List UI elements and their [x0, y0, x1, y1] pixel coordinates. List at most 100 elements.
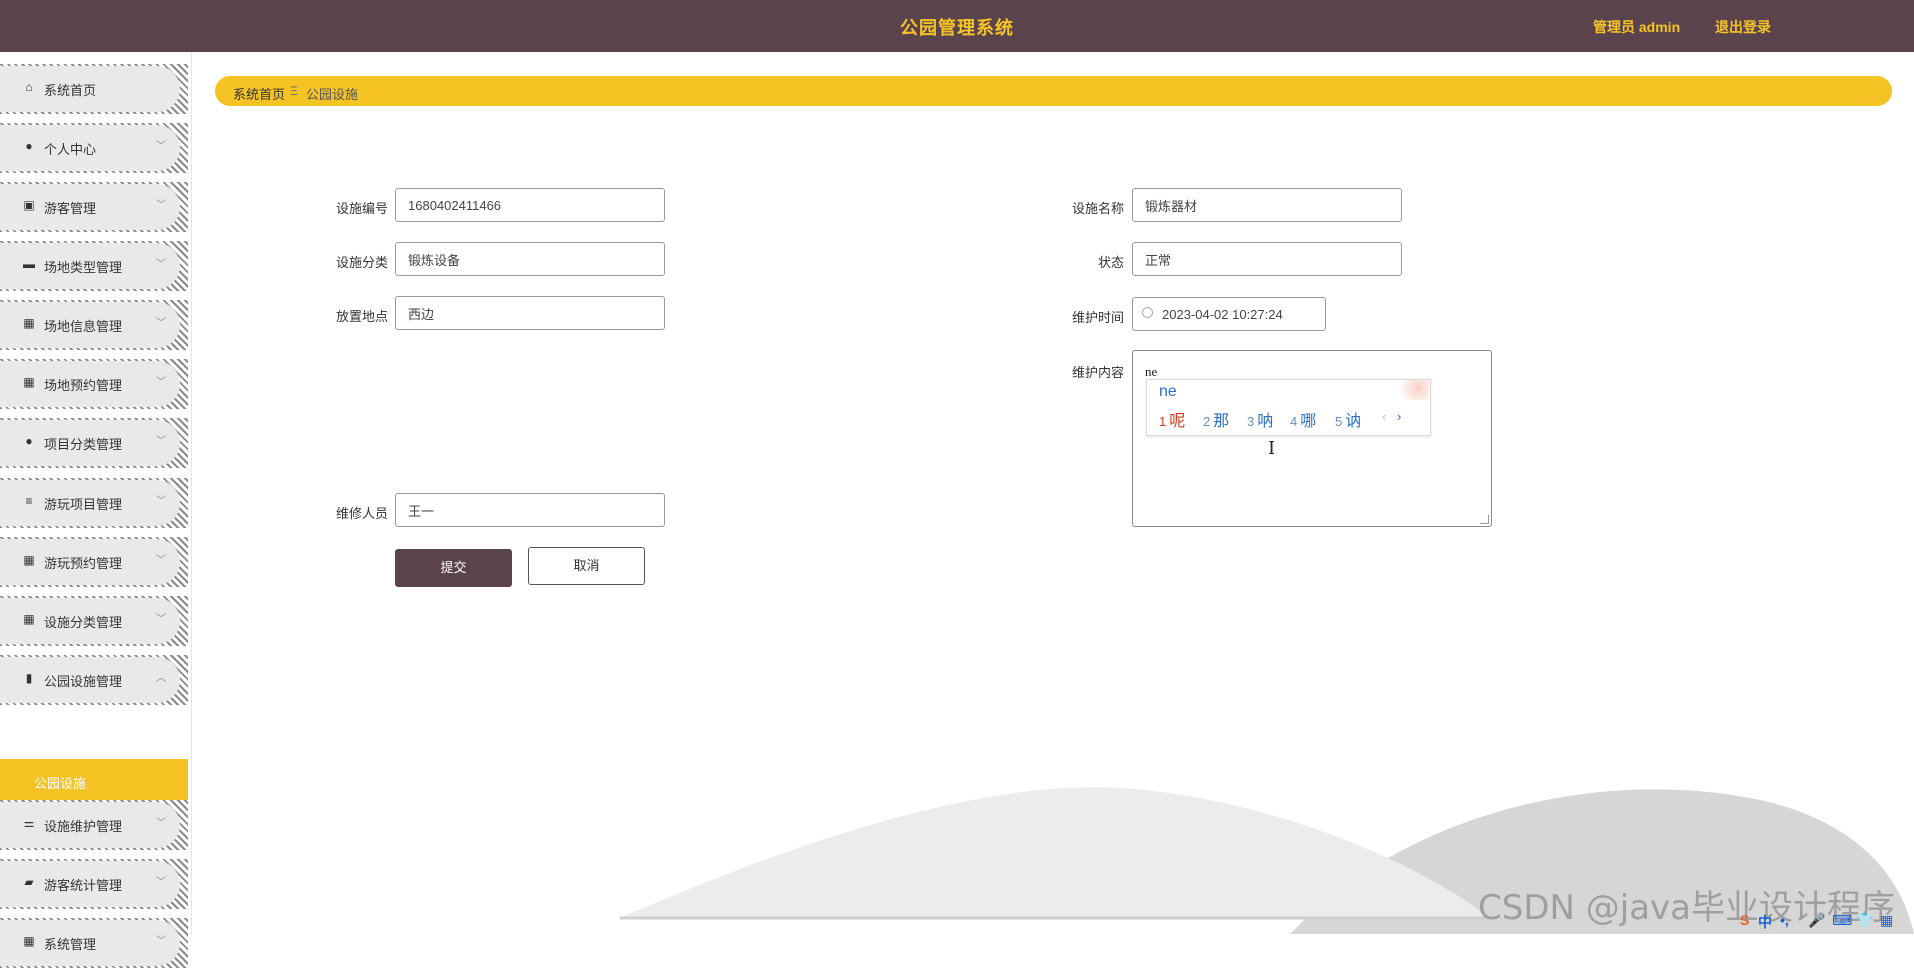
system-tray: S 中 •, 🎤 ⌨ 👕 ▦ [1740, 910, 1914, 934]
sidebar-item-label: 公园设施管理 [44, 674, 123, 689]
chevron-icon: ﹀ [156, 200, 166, 211]
clipboard-icon: ▣ [23, 198, 35, 212]
chevron-icon: ﹀ [156, 377, 166, 388]
grid-icon: ▦ [23, 316, 35, 330]
location-field[interactable] [395, 296, 665, 330]
sogou-logo-icon: S [1740, 912, 1750, 928]
sidebar-item[interactable]: ▦ 场地预约管理 ﹀ [0, 359, 188, 409]
sidebar-item[interactable]: ▦ 系统管理 ﹀ [0, 918, 188, 968]
chevron-icon: ︿ [156, 673, 166, 684]
sidebar-item[interactable]: ● 项目分类管理 ﹀ [0, 418, 188, 468]
status-field[interactable] [1132, 242, 1402, 276]
sidebar-item[interactable]: ▦ 设施分类管理 ﹀ [0, 596, 188, 646]
ime-prev-page-icon[interactable]: ‹ [1382, 409, 1386, 424]
chevron-icon: ﹀ [156, 936, 166, 947]
facility-no-label: 设施编号 [335, 201, 388, 216]
breadcrumb-home[interactable]: 系统首页 [233, 84, 285, 103]
ime-candidate[interactable]: 2那 [1203, 407, 1229, 431]
chevron-icon: ﹀ [156, 318, 166, 329]
punctuation-icon[interactable]: •, [1780, 912, 1789, 928]
chevron-icon: ﹀ [156, 259, 166, 270]
sidebar-subitem-label: 公园设施 [34, 776, 87, 791]
maint-time-field[interactable] [1132, 297, 1326, 331]
microphone-icon[interactable]: 🎤 [1808, 912, 1825, 929]
ime-candidate[interactable]: 3呐 [1247, 407, 1273, 431]
home-icon: ⌂ [25, 80, 33, 94]
resize-grip-icon[interactable] [1480, 515, 1489, 524]
toolbox-icon[interactable]: ▦ [1880, 912, 1893, 929]
list-icon: ≡ [25, 494, 33, 508]
monitor-icon: ▬ [23, 257, 35, 271]
facility-name-label: 设施名称 [1071, 201, 1124, 216]
chevron-icon: ﹀ [156, 614, 166, 625]
sidebar-item-label: 场地类型管理 [44, 260, 123, 275]
sidebar-item[interactable]: ▬ 场地类型管理 ﹀ [0, 241, 188, 291]
sidebar-item-label: 设施维护管理 [44, 819, 123, 834]
sidebar-item[interactable]: ⌂ 系统首页 [0, 64, 188, 114]
grid-icon: ▦ [23, 612, 35, 626]
decorative-hills [620, 787, 1914, 934]
sidebar-item-label: 个人中心 [44, 142, 97, 157]
chevron-icon: ﹀ [156, 496, 166, 507]
sidebar-item[interactable]: ⚌ 设施维护管理 ﹀ [0, 800, 188, 850]
maintainer-label: 维修人员 [335, 506, 388, 521]
grid-icon: ▦ [23, 375, 35, 389]
maint-time-label: 维护时间 [1071, 310, 1124, 325]
ime-candidate-popup: ne 1呢 2那 3呐 4哪 5讷 ‹ › [1146, 379, 1431, 436]
sidebar-item[interactable]: ▮ 公园设施管理 ︿ [0, 655, 188, 705]
ime-candidate[interactable]: 4哪 [1290, 407, 1316, 431]
sidebar-item[interactable]: ≡ 游玩项目管理 ﹀ [0, 478, 188, 528]
user-icon: ● [25, 139, 33, 153]
facility-no-field[interactable] [395, 188, 665, 222]
sidebar-item[interactable]: ▦ 游玩预约管理 ﹀ [0, 537, 188, 587]
admin-label: 管理员 admin [1593, 19, 1681, 35]
sidebar-subitem-park-facility[interactable]: 公园设施 [0, 759, 188, 803]
grid-icon: ▦ [23, 553, 35, 567]
ime-next-page-icon[interactable]: › [1397, 409, 1401, 424]
clock-icon [1142, 307, 1153, 318]
grid-icon: ▦ [23, 934, 35, 948]
ime-mode-indicator[interactable]: 中 [1758, 912, 1772, 932]
maintainer-field[interactable] [395, 493, 665, 527]
maint-content-label: 维护内容 [1071, 365, 1124, 380]
sidebar-item-label: 游客管理 [44, 201, 97, 216]
sidebar-item-label: 项目分类管理 [44, 437, 123, 452]
top-header: 公园管理系统 管理员 admin 退出登录 [0, 0, 1914, 52]
status-label: 状态 [1097, 255, 1124, 270]
sidebar-item-label: 游玩预约管理 [44, 556, 123, 571]
sidebar-item-label: 游客统计管理 [44, 878, 123, 893]
chevron-icon: ﹀ [156, 555, 166, 566]
chevron-icon: ﹀ [156, 436, 166, 447]
chevron-icon: ﹀ [156, 141, 166, 152]
submit-button[interactable]: 提交 [395, 549, 512, 587]
logout-link[interactable]: 退出登录 [1715, 17, 1771, 37]
user-icon: ● [25, 434, 33, 448]
chevron-icon: ﹀ [156, 818, 166, 829]
sidebar-item-label: 游玩项目管理 [44, 497, 123, 512]
sidebar-item[interactable]: ▣ 游客管理 ﹀ [0, 182, 188, 232]
sidebar-item[interactable]: ▦ 场地信息管理 ﹀ [0, 300, 188, 350]
sidebar-item[interactable]: ▰ 游客统计管理 ﹀ [0, 859, 188, 909]
sliders-icon: ⚌ [23, 816, 35, 830]
sidebar-item[interactable]: ● 个人中心 ﹀ [0, 123, 188, 173]
category-field[interactable] [395, 242, 665, 276]
keyboard-icon[interactable]: ⌨ [1832, 912, 1852, 929]
maint-content-text: ne [1145, 364, 1158, 379]
ime-typed-text: ne [1159, 383, 1177, 400]
breadcrumb-separator-icon: Ξ [290, 84, 298, 98]
cancel-button[interactable]: 取消 [528, 547, 645, 585]
sidebar-item-label: 场地预约管理 [44, 378, 123, 393]
chevron-icon: ﹀ [156, 877, 166, 888]
ime-candidate[interactable]: 5讷 [1335, 407, 1361, 431]
ime-candidate[interactable]: 1呢 [1159, 407, 1185, 431]
maint-content-textarea[interactable]: ne [1132, 350, 1492, 527]
sidebar-item-label: 设施分类管理 [44, 615, 123, 630]
facility-name-field[interactable] [1132, 188, 1402, 222]
ime-logo-icon [1393, 380, 1429, 400]
sidebar: 公园设施 ⌂ 系统首页 ● 个人中心 ﹀ ▣ 游客管理 ﹀ ▬ 场地类型管理 ﹀ ▦ 场地信息管理 ﹀ ▦ 场… [0, 52, 192, 968]
skin-icon[interactable]: 👕 [1856, 912, 1873, 929]
sidebar-item-label: 系统首页 [44, 83, 97, 98]
bar-chart-icon: ▮ [25, 671, 33, 685]
location-label: 放置地点 [335, 309, 388, 324]
breadcrumb: 系统首页 Ξ 公园设施 [215, 76, 1892, 106]
